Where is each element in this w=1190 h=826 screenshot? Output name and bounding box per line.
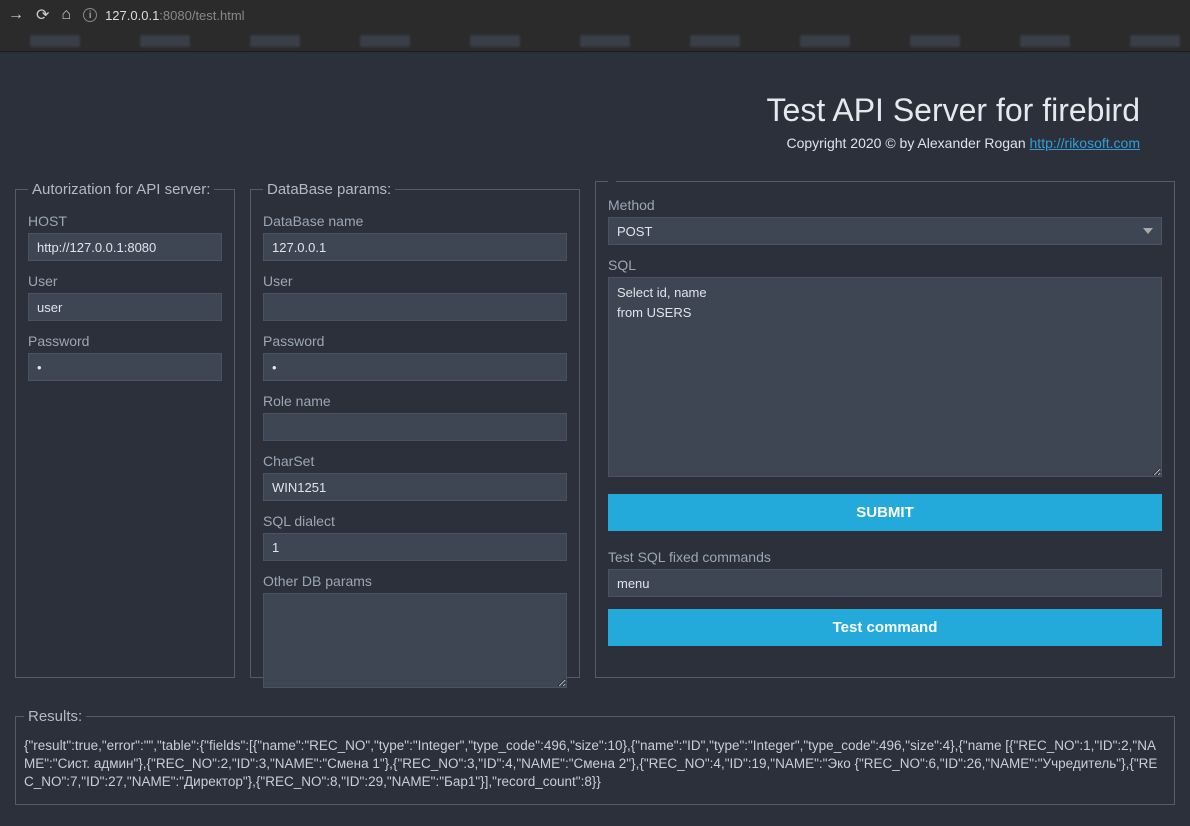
bookmark-item[interactable] [360, 35, 410, 47]
db-user-input[interactable] [263, 293, 567, 321]
command-panel: Method POST SQL Select id, name from USE… [595, 181, 1175, 678]
bookmark-item[interactable] [580, 35, 630, 47]
test-command-button[interactable]: Test command [608, 609, 1162, 646]
auth-password-label: Password [28, 333, 222, 349]
auth-panel: Autorization for API server: HOST User P… [15, 181, 235, 678]
browser-toolbar: → ⟳ ⌂ i 127.0.0.1:8080/test.html [0, 0, 1190, 30]
method-label: Method [608, 197, 1162, 213]
db-other-label: Other DB params [263, 573, 567, 589]
bookmark-item[interactable] [30, 35, 80, 47]
bookmark-item[interactable] [470, 35, 520, 47]
db-name-input[interactable] [263, 233, 567, 261]
forward-icon[interactable]: → [8, 6, 24, 24]
url-text: 127.0.0.1:8080/test.html [105, 8, 245, 23]
home-icon[interactable]: ⌂ [61, 6, 71, 24]
db-dialect-input[interactable] [263, 533, 567, 561]
bookmark-item[interactable] [1130, 35, 1180, 47]
bookmark-bar [0, 30, 1190, 52]
db-password-label: Password [263, 333, 567, 349]
db-other-textarea[interactable] [263, 593, 567, 688]
db-legend: DataBase params: [263, 181, 395, 198]
address-bar[interactable]: i 127.0.0.1:8080/test.html [83, 8, 1182, 23]
author-link[interactable]: http://rikosoft.com [1030, 135, 1140, 151]
page-subtitle: Copyright 2020 © by Alexander Rogan http… [10, 135, 1140, 151]
page-title: Test API Server for firebird [10, 92, 1140, 129]
host-input[interactable] [28, 233, 222, 261]
db-role-label: Role name [263, 393, 567, 409]
auth-password-input[interactable] [28, 353, 222, 381]
bookmark-item[interactable] [140, 35, 190, 47]
page-header: Test API Server for firebird Copyright 2… [10, 72, 1180, 181]
db-user-label: User [263, 273, 567, 289]
bookmark-item[interactable] [1020, 35, 1070, 47]
reload-icon[interactable]: ⟳ [36, 5, 49, 25]
db-password-input[interactable] [263, 353, 567, 381]
db-role-input[interactable] [263, 413, 567, 441]
host-label: HOST [28, 213, 222, 229]
db-charset-input[interactable] [263, 473, 567, 501]
db-dialect-label: SQL dialect [263, 513, 567, 529]
bookmark-item[interactable] [800, 35, 850, 47]
fixed-cmd-input[interactable] [608, 569, 1162, 597]
sql-label: SQL [608, 257, 1162, 273]
db-charset-label: CharSet [263, 453, 567, 469]
sql-textarea[interactable]: Select id, name from USERS [608, 277, 1162, 477]
fixed-cmd-label: Test SQL fixed commands [608, 549, 1162, 565]
auth-user-input[interactable] [28, 293, 222, 321]
results-section: Results: {"result":true,"error":"","tabl… [10, 708, 1180, 805]
results-text: {"result":true,"error":"","table":{"fiel… [24, 737, 1166, 792]
method-select[interactable]: POST [608, 217, 1162, 245]
auth-legend: Autorization for API server: [28, 181, 214, 198]
db-panel: DataBase params: DataBase name User Pass… [250, 181, 580, 678]
auth-user-label: User [28, 273, 222, 289]
submit-button[interactable]: SUBMIT [608, 494, 1162, 531]
info-icon[interactable]: i [83, 8, 97, 22]
bookmark-item[interactable] [690, 35, 740, 47]
results-legend: Results: [24, 708, 86, 725]
bookmark-item[interactable] [910, 35, 960, 47]
bookmark-item[interactable] [250, 35, 300, 47]
db-name-label: DataBase name [263, 213, 567, 229]
